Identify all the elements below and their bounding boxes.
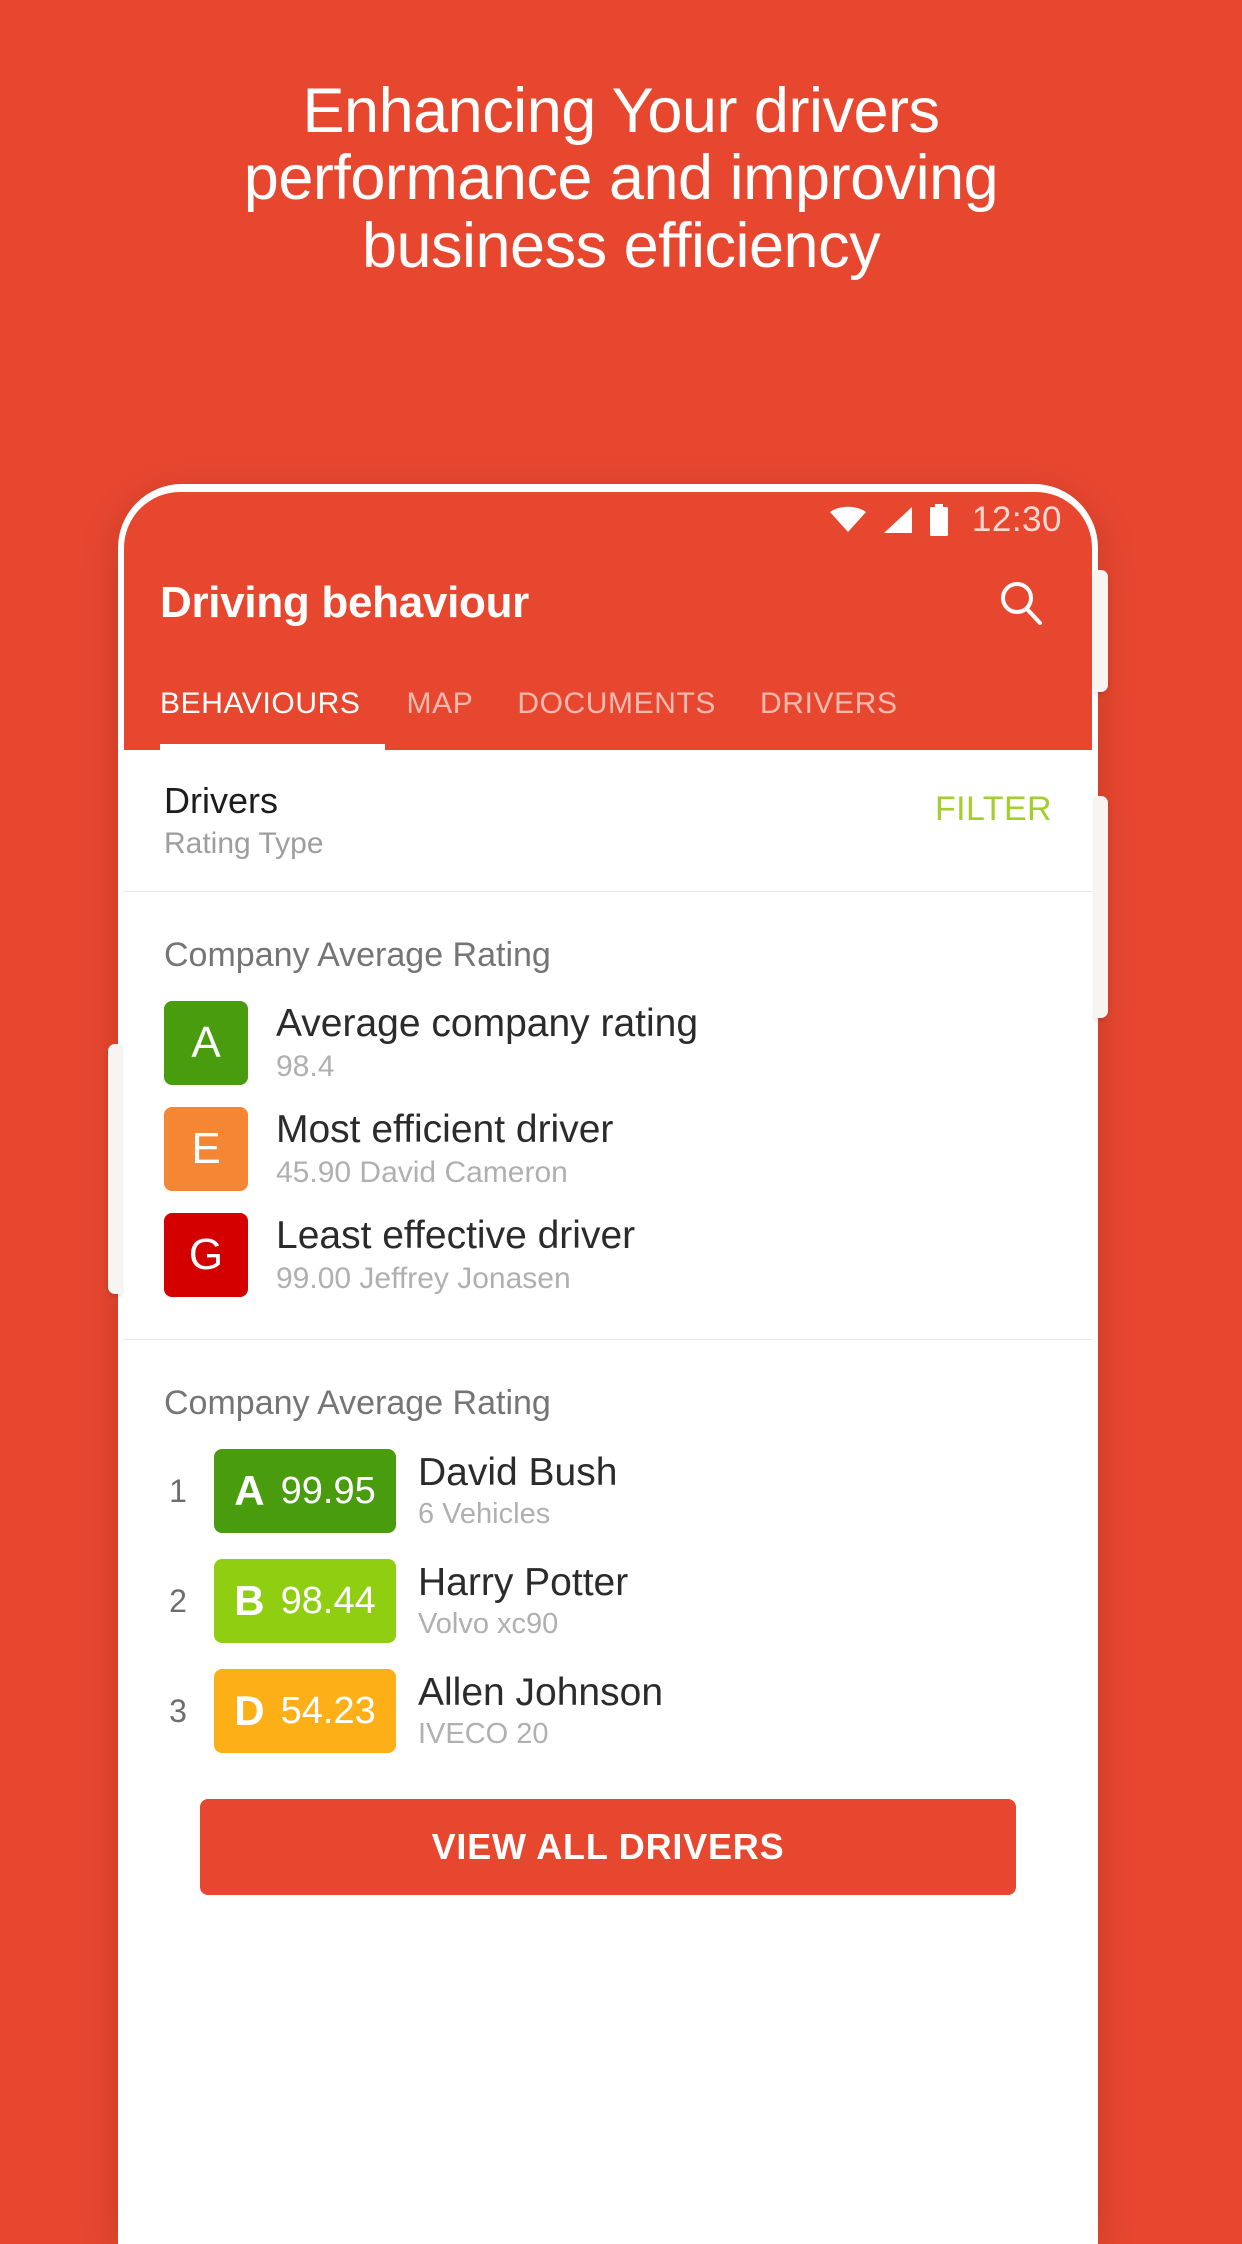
drivers-filter-row: Drivers Rating Type FILTER (124, 750, 1092, 892)
phone-body: 12:30 Driving behaviour BEHAVIOURS MAP D… (108, 484, 1108, 2244)
list-item[interactable]: 1 A 99.95 David Bush 6 Vehicles (164, 1449, 1052, 1533)
wifi-icon (828, 506, 868, 534)
list-item[interactable]: 2 B 98.44 Harry Potter Volvo xc90 (164, 1559, 1052, 1643)
tab-bar: BEHAVIOURS MAP DOCUMENTS DRIVERS (124, 658, 1092, 750)
driver-name: Harry Potter (418, 1560, 629, 1604)
rank-score-value: 54.23 (280, 1689, 376, 1732)
driver-detail: 6 Vehicles (418, 1498, 551, 1531)
rank-score-value: 98.44 (280, 1579, 376, 1622)
view-all-drivers-button[interactable]: VIEW ALL DRIVERS (200, 1799, 1016, 1895)
rank-score-value: 99.95 (280, 1469, 376, 1512)
tab-behaviours[interactable]: BEHAVIOURS (160, 658, 385, 750)
hero-line-2: performance and improving (243, 143, 999, 214)
summary-row-value: 45.90 David Cameron (276, 1156, 568, 1190)
summary-row-average[interactable]: A Average company rating 98.4 (164, 1001, 1052, 1085)
filter-row-subtitle: Rating Type (164, 827, 324, 860)
filter-button[interactable]: FILTER (935, 778, 1052, 829)
signal-icon (882, 506, 914, 534)
rank-score-badge: B 98.44 (214, 1559, 396, 1643)
summary-row-value: 98.4 (276, 1050, 335, 1084)
ranking-section-title: Company Average Rating (164, 1384, 551, 1422)
battery-icon (928, 504, 950, 536)
tab-map[interactable]: MAP (385, 658, 496, 750)
driver-detail: IVECO 20 (418, 1718, 549, 1751)
tab-documents[interactable]: DOCUMENTS (495, 658, 738, 750)
app-bar: Driving behaviour (124, 548, 1092, 658)
summary-row-label: Least effective driver (276, 1213, 636, 1257)
hero-line-1: Enhancing Your drivers (302, 76, 940, 146)
status-bar: 12:30 (124, 492, 1092, 548)
grade-badge: A (164, 1001, 248, 1085)
filter-row-title: Drivers (164, 780, 278, 821)
rank-grade-letter: A (234, 1467, 265, 1514)
rank-grade-letter: B (234, 1577, 265, 1624)
status-bar-time: 12:30 (971, 500, 1062, 539)
hero-line-3: business efficiency (361, 210, 881, 281)
grade-badge: G (164, 1213, 248, 1297)
tab-drivers[interactable]: DRIVERS (738, 658, 920, 750)
summary-row-value: 99.00 Jeffrey Jonasen (276, 1262, 571, 1296)
hero-headline: Enhancing Your drivers performance and i… (0, 76, 1242, 281)
phone-left-side-button[interactable] (108, 1044, 122, 1294)
rank-score-badge: D 54.23 (214, 1669, 396, 1753)
summary-row-label: Most efficient driver (276, 1107, 614, 1151)
phone-mockup: 12:30 Driving behaviour BEHAVIOURS MAP D… (96, 484, 1120, 2244)
summary-row-most-efficient[interactable]: E Most efficient driver 45.90 David Came… (164, 1107, 1052, 1191)
rank-score-badge: A 99.95 (214, 1449, 396, 1533)
rank-number: 1 (169, 1472, 187, 1509)
driver-detail: Volvo xc90 (418, 1608, 559, 1641)
phone-power-button[interactable] (1094, 570, 1108, 692)
content-area: Drivers Rating Type FILTER Company Avera… (124, 750, 1092, 1931)
summary-row-label: Average company rating (276, 1001, 699, 1045)
summary-section-title: Company Average Rating (164, 936, 551, 974)
page-title: Driving behaviour (160, 578, 529, 627)
driver-ranking-section: Company Average Rating 1 A 99.95 David B… (124, 1340, 1092, 1931)
search-icon[interactable] (990, 572, 1052, 634)
rank-number: 3 (169, 1692, 187, 1729)
driver-name: David Bush (418, 1450, 618, 1494)
phone-volume-button[interactable] (1094, 796, 1108, 1018)
grade-badge: E (164, 1107, 248, 1191)
summary-row-least-effective[interactable]: G Least effective driver 99.00 Jeffrey J… (164, 1213, 1052, 1297)
rank-number: 2 (169, 1582, 187, 1619)
list-item[interactable]: 3 D 54.23 Allen Johnson IVECO 20 (164, 1669, 1052, 1753)
rank-grade-letter: D (234, 1687, 265, 1734)
driver-name: Allen Johnson (418, 1670, 664, 1714)
phone-screen: 12:30 Driving behaviour BEHAVIOURS MAP D… (124, 492, 1092, 2244)
company-average-summary-section: Company Average Rating A Average company… (124, 892, 1092, 1340)
